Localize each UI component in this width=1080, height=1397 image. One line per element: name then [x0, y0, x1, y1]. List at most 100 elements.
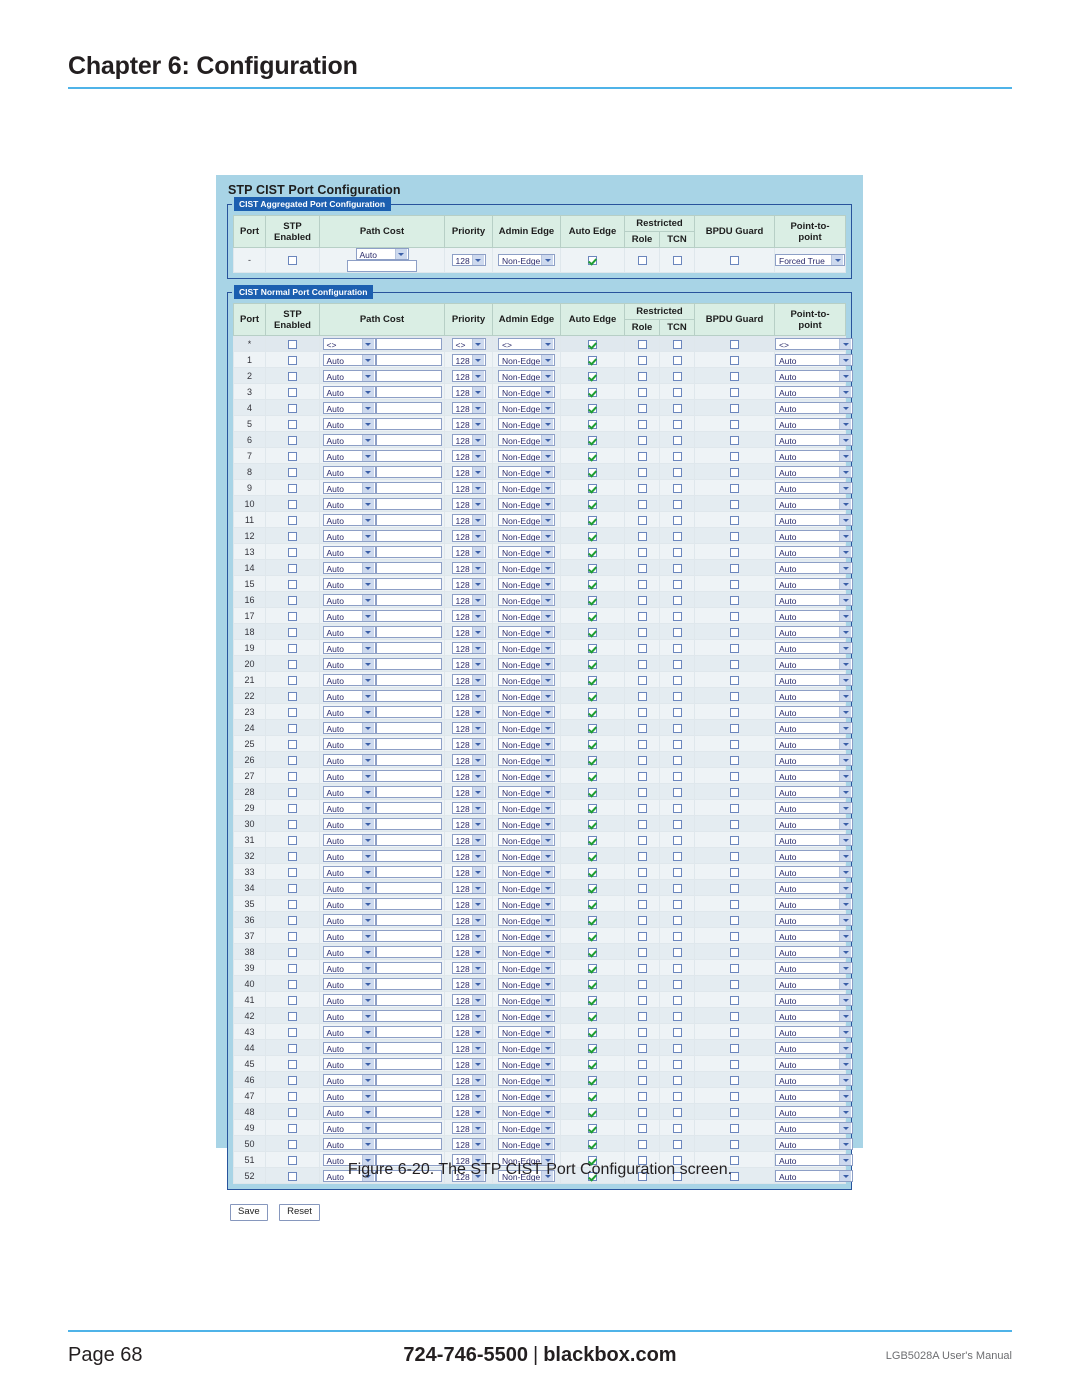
cell-auto-edge[interactable]: [560, 991, 625, 1008]
restricted-role-checkbox[interactable]: [637, 723, 647, 733]
point-to-point-select[interactable]: Auto: [775, 433, 853, 446]
cell-path-cost[interactable]: Auto: [319, 399, 445, 416]
cell-priority[interactable]: 128: [444, 1135, 493, 1152]
restricted-role-checkbox[interactable]: [637, 771, 647, 781]
cell-point-to-point[interactable]: <>: [774, 335, 853, 352]
restricted-role-checkbox[interactable]: [637, 931, 647, 941]
cell-restricted-tcn[interactable]: [659, 975, 695, 992]
cell-point-to-point[interactable]: Auto: [774, 543, 853, 560]
cell-admin-edge[interactable]: Non-Edge: [492, 751, 561, 768]
auto-edge-checkbox[interactable]: [588, 499, 597, 509]
restricted-role-checkbox[interactable]: [637, 563, 647, 573]
cell-path-cost[interactable]: Auto: [319, 1023, 445, 1040]
restricted-tcn-checkbox[interactable]: [672, 563, 682, 573]
cell-restricted-role[interactable]: [624, 1071, 660, 1088]
cell-path-cost[interactable]: Auto: [319, 367, 445, 384]
admin-edge-select[interactable]: Non-Edge: [498, 961, 555, 974]
cell-bpdu-guard[interactable]: [694, 815, 775, 832]
path-cost-select[interactable]: Auto: [322, 897, 376, 910]
point-to-point-select[interactable]: Auto: [775, 417, 853, 430]
auto-edge-checkbox[interactable]: [588, 723, 597, 733]
priority-select[interactable]: 128: [451, 353, 486, 366]
cell-stp-enabled[interactable]: [265, 527, 320, 544]
priority-select[interactable]: 128: [451, 865, 486, 878]
cell-admin-edge[interactable]: Non-Edge: [492, 591, 561, 608]
auto-edge-checkbox[interactable]: [588, 595, 597, 605]
path-cost-input[interactable]: [375, 721, 442, 734]
cell-stp-enabled[interactable]: [265, 1119, 320, 1136]
path-cost-input[interactable]: [375, 625, 442, 638]
cell-point-to-point[interactable]: Auto: [774, 959, 853, 976]
restricted-tcn-checkbox[interactable]: [672, 1027, 682, 1037]
bpdu-guard-checkbox[interactable]: [730, 483, 739, 493]
path-cost-input[interactable]: [375, 561, 442, 574]
cell-point-to-point[interactable]: Auto: [774, 1071, 853, 1088]
auto-edge-checkbox[interactable]: [588, 1107, 597, 1117]
restricted-tcn-checkbox[interactable]: [672, 419, 682, 429]
cell-bpdu-guard[interactable]: [694, 1087, 775, 1104]
path-cost-input[interactable]: [375, 433, 442, 446]
admin-edge-select[interactable]: Non-Edge: [498, 449, 555, 462]
stp-enabled-checkbox[interactable]: [288, 851, 297, 861]
bpdu-guard-checkbox[interactable]: [730, 835, 739, 845]
cell-bpdu-guard[interactable]: [694, 1119, 775, 1136]
cell-auto-edge[interactable]: [560, 495, 625, 512]
cell-point-to-point[interactable]: Auto: [774, 975, 853, 992]
auto-edge-checkbox[interactable]: [588, 371, 597, 381]
priority-select[interactable]: 128: [451, 1041, 486, 1054]
point-to-point-select[interactable]: Auto: [775, 1105, 853, 1118]
cell-point-to-point[interactable]: Auto: [774, 879, 853, 896]
cell-stp-enabled[interactable]: [265, 543, 320, 560]
bpdu-guard-checkbox[interactable]: [730, 563, 739, 573]
cell-admin-edge[interactable]: Non-Edge: [492, 639, 561, 656]
cell-point-to-point[interactable]: Auto: [774, 671, 853, 688]
admin-edge-select[interactable]: Non-Edge: [498, 1009, 555, 1022]
priority-select[interactable]: 128: [451, 961, 486, 974]
cell-stp-enabled[interactable]: [265, 591, 320, 608]
cell-auto-edge[interactable]: [560, 623, 625, 640]
path-cost-input[interactable]: [375, 385, 442, 398]
auto-edge-checkbox[interactable]: [588, 1043, 597, 1053]
auto-edge-checkbox[interactable]: [588, 675, 597, 685]
cell-admin-edge[interactable]: Non-Edge: [492, 847, 561, 864]
bpdu-guard-checkbox[interactable]: [730, 1027, 739, 1037]
path-cost-select[interactable]: Auto: [322, 1089, 376, 1102]
path-cost-select[interactable]: <>: [322, 337, 376, 350]
path-cost-select[interactable]: Auto: [322, 1057, 376, 1070]
point-to-point-select[interactable]: Auto: [775, 849, 853, 862]
admin-edge-select[interactable]: Non-Edge: [498, 705, 555, 718]
cell-path-cost[interactable]: Auto: [319, 495, 445, 512]
cell-restricted-tcn[interactable]: [659, 895, 695, 912]
path-cost-input[interactable]: [375, 481, 442, 494]
cell-point-to-point[interactable]: Auto: [774, 431, 853, 448]
path-cost-select[interactable]: Auto: [322, 385, 376, 398]
restricted-tcn-checkbox[interactable]: [672, 499, 682, 509]
bpdu-guard-checkbox[interactable]: [730, 355, 739, 365]
bpdu-guard-checkbox[interactable]: [730, 627, 739, 637]
admin-edge-select[interactable]: Non-Edge: [498, 481, 555, 494]
cell-auto-edge[interactable]: [560, 383, 625, 400]
cell-path-cost[interactable]: Auto: [319, 863, 445, 880]
admin-edge-select[interactable]: Non-Edge: [498, 673, 555, 686]
cell-admin-edge[interactable]: Non-Edge: [492, 559, 561, 576]
restricted-tcn-checkbox[interactable]: [672, 771, 682, 781]
point-to-point-select[interactable]: Auto: [775, 1041, 853, 1054]
path-cost-select[interactable]: Auto: [322, 913, 376, 926]
cell-restricted-role[interactable]: [624, 671, 660, 688]
cell-point-to-point[interactable]: Auto: [774, 1039, 853, 1056]
cell-path-cost[interactable]: Auto: [319, 927, 445, 944]
cell-restricted-tcn[interactable]: [659, 847, 695, 864]
cell-restricted-tcn[interactable]: [659, 607, 695, 624]
cell-restricted-role[interactable]: [624, 1055, 660, 1072]
admin-edge-select[interactable]: Non-Edge: [498, 369, 555, 382]
restricted-role-checkbox[interactable]: [637, 947, 647, 957]
cell-auto-edge[interactable]: [560, 527, 625, 544]
cell-bpdu-guard[interactable]: [694, 1007, 775, 1024]
priority-select[interactable]: 128: [451, 513, 486, 526]
bpdu-guard-checkbox[interactable]: [730, 547, 739, 557]
cell-admin-edge[interactable]: Non-Edge: [492, 991, 561, 1008]
cell-auto-edge[interactable]: [560, 543, 625, 560]
cell-restricted-role[interactable]: [624, 719, 660, 736]
restricted-tcn-checkbox[interactable]: [672, 451, 682, 461]
path-cost-select[interactable]: Auto: [322, 1105, 376, 1118]
